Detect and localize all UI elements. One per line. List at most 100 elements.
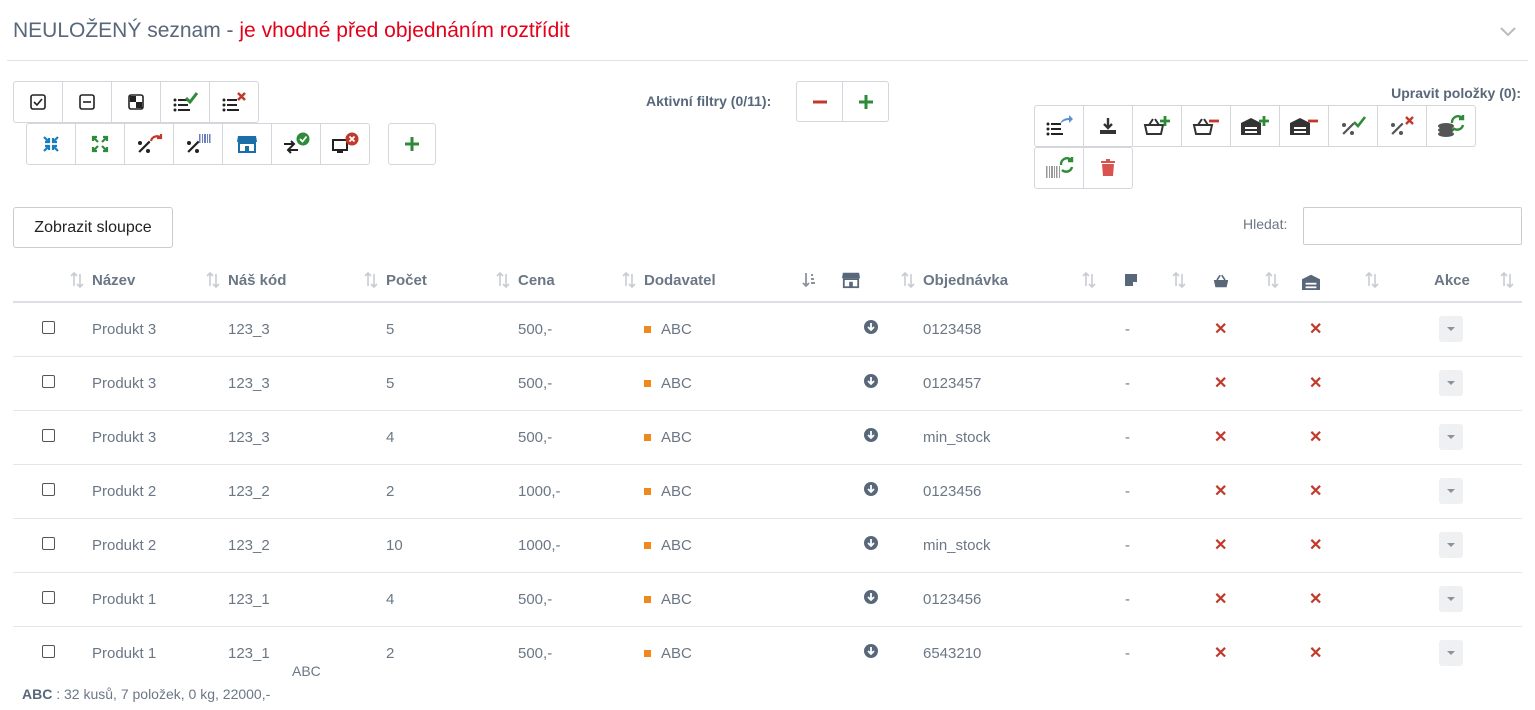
row-price: 1000,-: [518, 464, 644, 519]
col-basket[interactable]: [1194, 258, 1287, 303]
compress-icon: [43, 136, 59, 152]
row-price: 500,-: [518, 572, 644, 627]
row-note: -: [1104, 356, 1194, 411]
col-price[interactable]: Cena: [518, 258, 644, 303]
percent-check-icon: [1342, 116, 1367, 135]
col-warehouse[interactable]: [1287, 258, 1387, 303]
remove-from-warehouse-button[interactable]: [1279, 105, 1329, 147]
cross-icon: ✕: [1214, 321, 1228, 339]
row-supplier-cell: ABC: [644, 356, 824, 411]
row-checkbox[interactable]: [42, 644, 55, 658]
row-note: -: [1104, 302, 1194, 357]
search-input[interactable]: [1303, 207, 1522, 245]
discount-barcode-button[interactable]: [173, 123, 223, 165]
store-icon: [842, 272, 860, 289]
arrow-down-circle-icon[interactable]: [864, 428, 878, 442]
table-row[interactable]: Produkt 1 123_1 4 500,- ABC 0123456- ✕ ✕: [13, 572, 1522, 627]
row-code-cell: 123_3: [228, 302, 386, 357]
refresh-barcode-button[interactable]: [1034, 147, 1084, 189]
add-to-warehouse-button[interactable]: [1230, 105, 1280, 147]
arrow-down-circle-icon[interactable]: [864, 644, 878, 659]
table-row[interactable]: Produkt 1 123_1 ABC 2 500,- ABC 6543210 - ✕ ✕: [13, 626, 1522, 680]
col-select[interactable]: [13, 258, 92, 303]
table-row[interactable]: Produkt 3 123_3 5 500,- ABC 0123457- ✕ ✕: [13, 356, 1522, 411]
arrow-down-circle-icon[interactable]: [864, 482, 878, 496]
row-actions-dropdown[interactable]: [1439, 478, 1463, 504]
supplier-dot: [644, 596, 651, 604]
discount-remove-button[interactable]: [1377, 105, 1427, 147]
discount-ok-button[interactable]: [1328, 105, 1378, 147]
row-code-cell: 123_3: [228, 356, 386, 411]
chevron-down-icon[interactable]: [1499, 22, 1517, 40]
table-row[interactable]: Produkt 3 123_3 4 500,- ABC min_stock - ✕ ✕: [13, 410, 1522, 465]
row-actions-dropdown[interactable]: [1439, 370, 1463, 396]
show-columns-button[interactable]: Zobrazit sloupce: [13, 207, 173, 248]
row-checkbox[interactable]: [42, 320, 55, 334]
table-row[interactable]: Produkt 3 123_3 5 500,- ABC 0123458- ✕ ✕: [13, 302, 1522, 357]
deselect-all-button[interactable]: [62, 81, 112, 123]
arrow-down-circle-icon[interactable]: [864, 536, 878, 550]
store-button[interactable]: [222, 123, 272, 165]
list-check-icon: [173, 92, 198, 112]
move-list-button[interactable]: [1034, 105, 1084, 147]
deselect-list-button[interactable]: [209, 81, 259, 123]
refresh-price-button[interactable]: [1426, 105, 1476, 147]
col-note[interactable]: [1104, 258, 1194, 303]
collapse-button[interactable]: [26, 123, 76, 165]
add-button[interactable]: [388, 123, 436, 165]
row-order: 0123458: [923, 302, 1104, 357]
col-name[interactable]: Název: [92, 258, 228, 303]
basket-icon: [1213, 274, 1229, 288]
table-row[interactable]: Produkt 2 123_2 2 1000,- ABC 0123456- ✕ ✕: [13, 464, 1522, 519]
add-filter-button[interactable]: [842, 81, 889, 122]
col-supplier[interactable]: Dodavatel: [644, 258, 824, 303]
arrow-down-circle-icon[interactable]: [864, 320, 878, 335]
expand-button[interactable]: [75, 123, 125, 165]
col-code[interactable]: Náš kód: [228, 258, 386, 303]
row-name: Produkt 1: [92, 572, 228, 627]
col-store[interactable]: [824, 258, 923, 303]
device-remove-button[interactable]: [320, 123, 370, 165]
delete-button[interactable]: [1083, 147, 1133, 189]
percent-barcode-icon: [187, 134, 211, 153]
percent-cross-icon: [1391, 116, 1414, 135]
select-all-button[interactable]: [13, 81, 63, 123]
row-checkbox[interactable]: [42, 374, 55, 388]
remove-from-basket-button[interactable]: [1181, 105, 1231, 147]
table-row[interactable]: Produkt 2 123_2 10 1000,- ABC min_stock - ✕ ✕: [13, 518, 1522, 573]
row-supplier: ABC: [661, 320, 692, 338]
edit-toolbar-row2: [1034, 147, 1133, 189]
row-code: 123_2: [228, 482, 270, 500]
refresh-discount-button[interactable]: [124, 123, 174, 165]
select-list-button[interactable]: [160, 81, 210, 123]
add-to-basket-button[interactable]: [1132, 105, 1182, 147]
transfer-ok-button[interactable]: [271, 123, 321, 165]
row-checkbox[interactable]: [42, 536, 55, 550]
arrow-down-circle-icon[interactable]: [864, 374, 878, 388]
remove-filter-button[interactable]: [796, 81, 843, 122]
arrow-down-circle-icon[interactable]: [864, 590, 878, 604]
col-count[interactable]: Počet: [386, 258, 518, 303]
row-checkbox[interactable]: [42, 482, 55, 496]
row-actions-dropdown[interactable]: [1439, 316, 1463, 343]
row-actions-dropdown[interactable]: [1439, 424, 1463, 450]
col-actions[interactable]: Akce: [1387, 258, 1522, 303]
invert-selection-icon: [128, 94, 144, 110]
cross-icon: ✕: [1214, 375, 1228, 392]
row-actions-dropdown[interactable]: [1439, 586, 1463, 612]
row-checkbox[interactable]: [42, 590, 55, 604]
row-actions-dropdown[interactable]: [1439, 532, 1463, 558]
col-supplier-label: Dodavatel: [644, 272, 716, 289]
col-count-label: Počet: [386, 272, 427, 289]
row-store-cell: [824, 356, 923, 411]
cross-icon: ✕: [1309, 483, 1323, 500]
row-price: 500,-: [518, 410, 644, 465]
invert-selection-button[interactable]: [111, 81, 161, 123]
row-select-cell: [13, 464, 92, 519]
download-button[interactable]: [1083, 105, 1133, 147]
row-actions-dropdown[interactable]: [1439, 640, 1463, 667]
note-icon: [1125, 274, 1137, 286]
row-checkbox[interactable]: [42, 428, 55, 442]
filters-buttons: [796, 81, 889, 122]
col-order[interactable]: Objednávka: [923, 258, 1104, 303]
